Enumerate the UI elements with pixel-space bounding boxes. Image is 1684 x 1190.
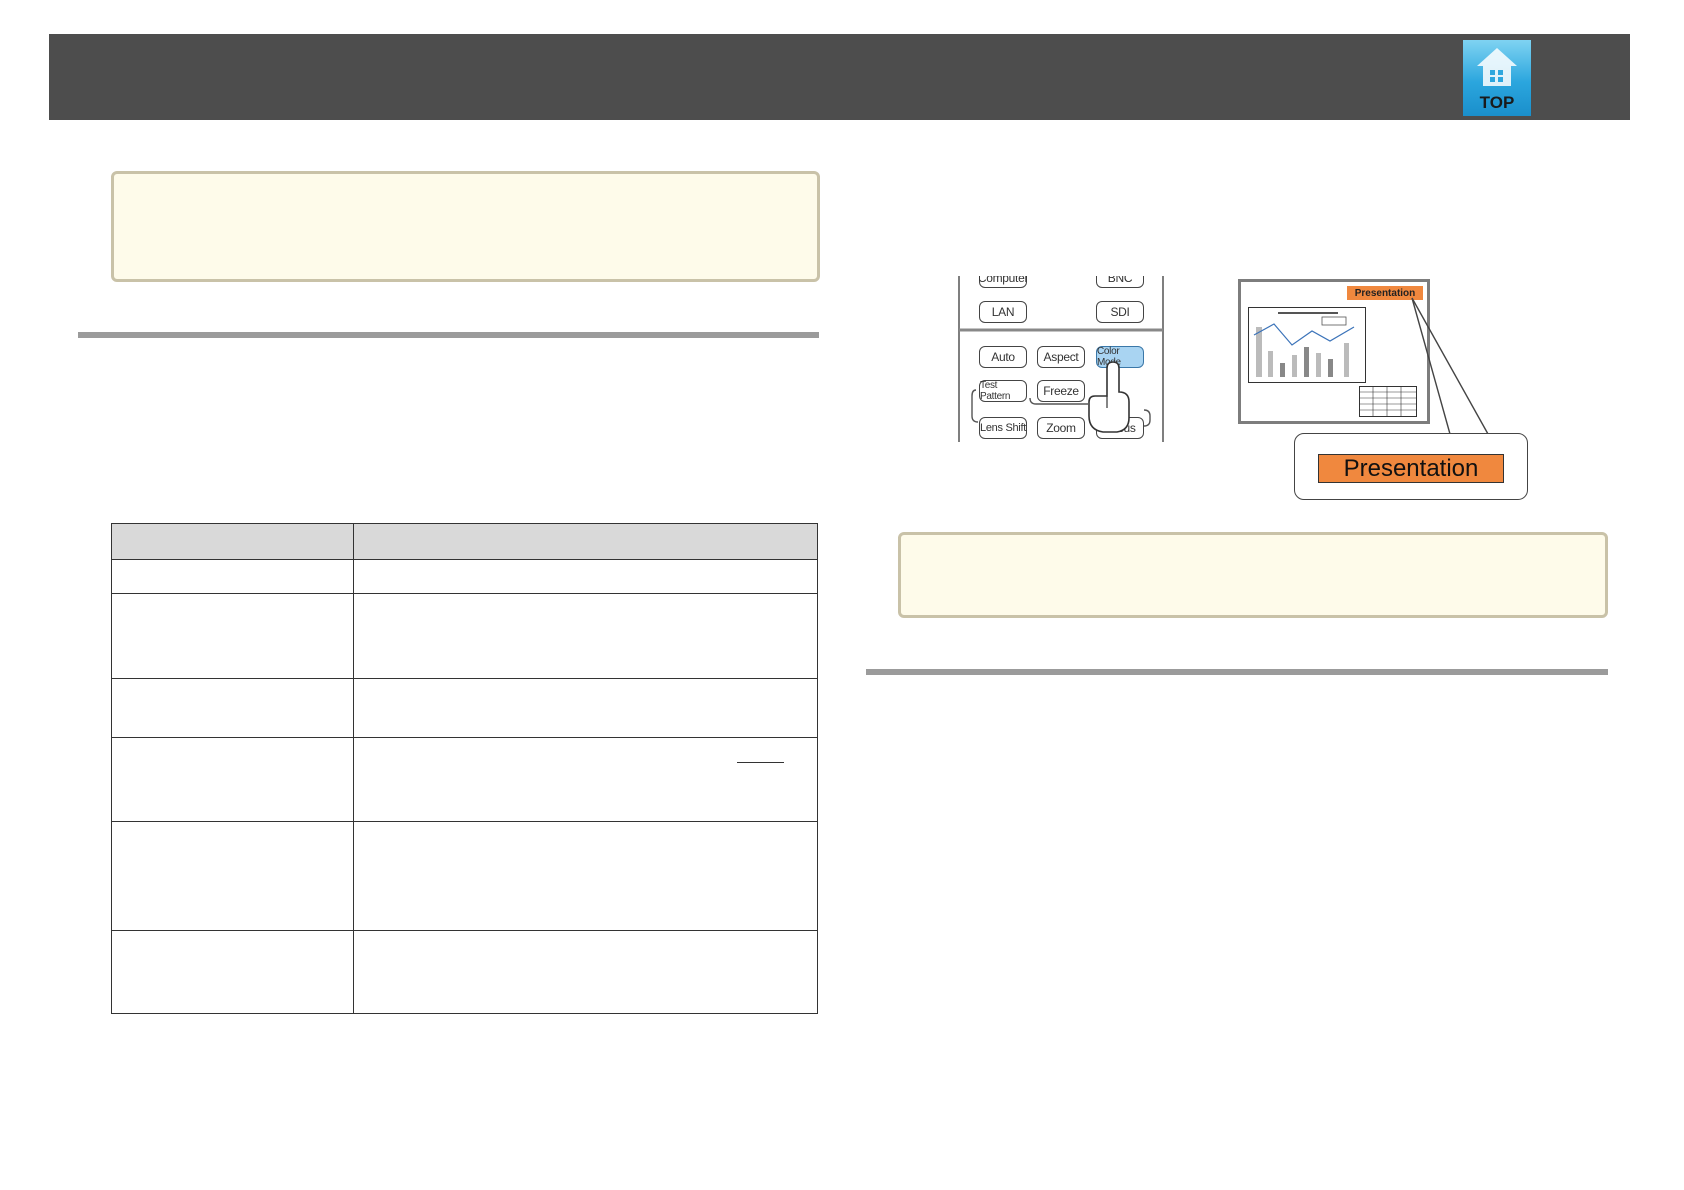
sdi-button[interactable]: SDI — [1096, 301, 1144, 323]
table-header-row — [111, 523, 818, 560]
screen-chart-thumbnail — [1248, 307, 1366, 383]
table-cell — [353, 821, 818, 931]
table-cell — [111, 593, 354, 679]
table-row — [111, 559, 818, 594]
header-bar — [49, 34, 1630, 120]
color-mode-table — [111, 523, 818, 1014]
computer-button[interactable]: Computer — [979, 276, 1027, 288]
auto-button[interactable]: Auto — [979, 346, 1027, 368]
table-header-cell — [353, 523, 818, 560]
top-home-icon[interactable]: TOP — [1463, 40, 1531, 116]
table-cell — [353, 737, 818, 822]
table-header-cell — [111, 523, 354, 560]
table-cell — [353, 678, 818, 738]
glossary-link-underline[interactable] — [737, 762, 784, 763]
callout-pointer-lines — [1411, 297, 1489, 435]
lan-button[interactable]: LAN — [979, 301, 1027, 323]
table-row — [111, 737, 818, 822]
screen-table-thumbnail — [1359, 386, 1417, 417]
lens-shift-button[interactable]: Lens Shift — [979, 417, 1027, 439]
table-row — [111, 678, 818, 738]
bnc-button[interactable]: BNC — [1096, 276, 1144, 288]
table-cell — [353, 930, 818, 1014]
table-cell — [111, 737, 354, 822]
test-pattern-button[interactable]: Test Pattern — [979, 380, 1027, 402]
section-divider-left — [78, 332, 819, 338]
table-cell — [111, 821, 354, 931]
house-body-shape — [1483, 66, 1511, 86]
note-box-right — [898, 532, 1608, 618]
table-row — [111, 930, 818, 1014]
aspect-button[interactable]: Aspect — [1037, 346, 1085, 368]
house-roof-shape — [1477, 48, 1517, 66]
pointing-hand-icon — [1088, 361, 1130, 433]
table-cell — [111, 559, 354, 594]
table-row — [111, 821, 818, 931]
table-cell — [353, 559, 818, 594]
table-row — [111, 593, 818, 679]
note-box-top — [111, 171, 820, 282]
table-cell — [111, 930, 354, 1014]
zoom-button[interactable]: Zoom — [1037, 417, 1085, 439]
table-cell — [353, 593, 818, 679]
freeze-button[interactable]: Freeze — [1037, 380, 1085, 402]
callout-mode-label: Presentation — [1318, 454, 1504, 483]
top-icon-label: TOP — [1479, 93, 1515, 112]
section-divider-right — [866, 669, 1608, 675]
table-cell — [111, 678, 354, 738]
